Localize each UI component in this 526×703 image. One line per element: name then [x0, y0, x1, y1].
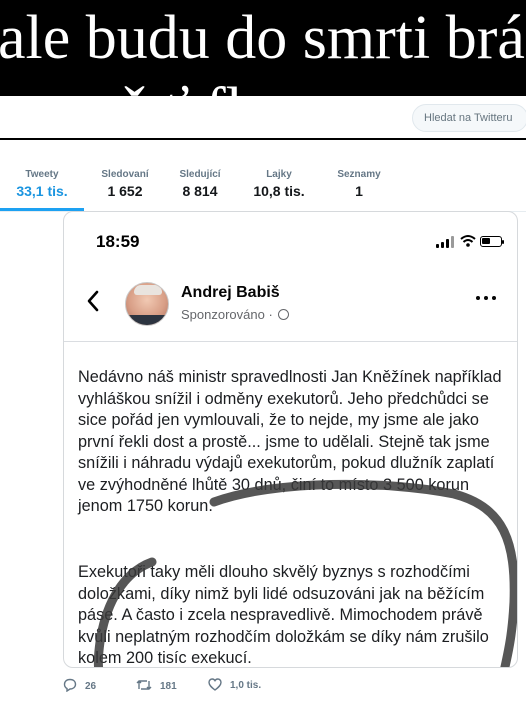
more-icon[interactable] — [476, 294, 500, 302]
stat-label: Sledovaní — [101, 169, 149, 180]
avatar[interactable] — [125, 282, 169, 326]
like-button[interactable]: 1,0 tis. — [208, 678, 261, 691]
phone-time: 18:59 — [96, 232, 140, 251]
profile-stats-nav: Tweety 33,1 tis. Sledovaní 1 652 Sledují… — [0, 168, 526, 212]
stat-tweets[interactable]: Tweety 33,1 tis. — [0, 168, 84, 211]
post-paragraph-2: Exekutoři taky měli dlouho skvělý byznys… — [78, 563, 489, 667]
back-arrow-icon[interactable] — [86, 288, 100, 314]
reply-icon — [63, 678, 77, 693]
embedded-phone-screenshot[interactable]: 18:59 Andrej Babiš Sponzorováno · Nedávn… — [63, 211, 518, 668]
stat-likes[interactable]: Lajky 10,8 tis. — [244, 168, 314, 200]
globe-icon — [278, 309, 290, 320]
stat-value: 8 814 — [182, 183, 218, 199]
retweet-icon — [136, 680, 152, 690]
reply-button[interactable]: 26 — [63, 678, 97, 693]
stat-value: 33,1 tis. — [16, 183, 68, 199]
post-body: Nedávno náš ministr spravedlnosti Jan Kn… — [64, 341, 517, 667]
stat-followers[interactable]: Sledující 8 814 — [168, 168, 232, 200]
twitter-top-bar: Hledat na Twitteru — [0, 96, 526, 138]
wifi-icon — [460, 235, 476, 247]
search-input[interactable]: Hledat na Twitteru — [412, 104, 526, 132]
battery-icon — [480, 236, 504, 247]
stat-value: 10,8 tis. — [253, 183, 305, 199]
retweet-button[interactable]: 181 — [136, 678, 177, 692]
like-icon — [208, 678, 222, 691]
post-paragraph-1: Nedávno náš ministr spravedlnosti Jan Kn… — [78, 368, 502, 515]
stat-label: Sledující — [179, 169, 221, 180]
reply-count: 26 — [85, 681, 97, 692]
stat-label: Tweety — [25, 169, 59, 180]
stat-lists[interactable]: Seznamy 1 — [330, 168, 388, 200]
stat-value: 1 652 — [107, 183, 143, 199]
sponsored-text: Sponzorováno · — [181, 307, 273, 322]
retweet-count: 181 — [160, 681, 177, 692]
like-count: 1,0 tis. — [230, 680, 262, 691]
sponsored-label: Sponzorováno · — [181, 307, 290, 322]
author-name[interactable]: Andrej Babiš — [181, 284, 280, 302]
phone-status-icons — [436, 232, 506, 252]
caption-line-1: ale budu do smrti brá — [0, 4, 525, 72]
stat-following[interactable]: Sledovaní 1 652 — [92, 168, 158, 200]
stat-label: Lajky — [266, 169, 292, 180]
tweet-actions: 26 181 1,0 tis. — [63, 678, 363, 698]
stat-label: Seznamy — [337, 169, 381, 180]
stat-value: 1 — [355, 183, 363, 199]
